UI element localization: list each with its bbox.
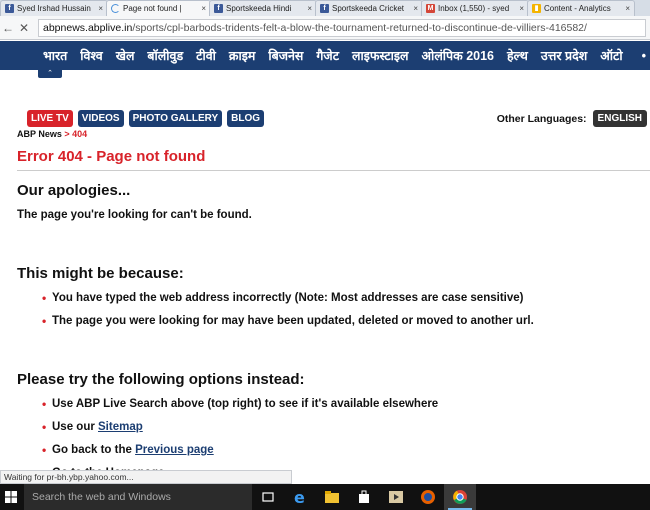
facebook-icon: f — [5, 4, 14, 13]
nav-more-icon[interactable]: • — [642, 49, 646, 63]
windows-start-icon[interactable] — [0, 484, 22, 510]
other-languages-label: Other Languages: — [496, 112, 587, 125]
url-host: abpnews.abplive.in — [43, 21, 133, 34]
breadcrumb: ABP News > 404 — [17, 129, 87, 139]
browser-tab[interactable]: Page not found | × — [106, 0, 211, 16]
because-heading: This might be because: — [17, 265, 184, 282]
status-bar: Waiting for pr-bh.ybp.yahoo.com... — [0, 470, 292, 484]
live-tv-button[interactable]: LIVE TV — [27, 110, 73, 127]
tab-label: Sportskeeda Cricket — [332, 3, 405, 13]
close-icon[interactable]: × — [98, 2, 103, 16]
nav-item[interactable]: खेल — [116, 47, 135, 64]
nav-item[interactable]: उत्तर प्रदेश — [541, 47, 587, 64]
nav-item[interactable]: हेल्थ — [507, 47, 528, 64]
photo-gallery-button[interactable]: PHOTO GALLERY — [128, 110, 223, 127]
options-heading: Please try the following options instead… — [17, 371, 305, 388]
nav-item[interactable]: ऑटो — [600, 47, 622, 64]
breadcrumb-sep: > — [61, 129, 73, 139]
tab-label: Syed Irshad Hussain — [17, 3, 91, 13]
section-buttons: LIVE TV VIDEOS PHOTO GALLERY BLOG — [27, 110, 265, 127]
nav-item[interactable]: गैजेट — [316, 47, 339, 64]
store-icon[interactable] — [348, 484, 380, 510]
nav-item[interactable]: बिजनेस — [268, 47, 303, 64]
blog-button[interactable]: BLOG — [227, 110, 265, 127]
back-icon[interactable]: ← — [0, 21, 16, 35]
tab-label: Inbox (1,550) - syed — [438, 3, 510, 13]
list-item: Go back to the Previous page — [42, 443, 438, 467]
svg-text:e: e — [294, 489, 305, 505]
nav-item[interactable]: क्राइम — [229, 47, 255, 64]
list-item: Use our Sitemap — [42, 420, 438, 444]
apologies-heading: Our apologies... — [17, 182, 131, 199]
browser-tab[interactable]: f Sportskeeda Cricket × — [315, 0, 423, 16]
edge-icon[interactable]: e — [284, 484, 316, 510]
breadcrumb-current: 404 — [72, 129, 88, 139]
chrome-icon[interactable] — [444, 484, 476, 510]
stop-icon[interactable]: ✕ — [16, 21, 32, 35]
address-bar-row: ← ✕ abpnews.abplive.in/sports/cpl-barbod… — [0, 16, 650, 40]
language-switcher: Other Languages: ENGLISH — [497, 110, 647, 127]
list-item: You have typed the web address incorrect… — [42, 291, 534, 315]
previous-page-link[interactable]: Previous page — [135, 444, 214, 456]
gmail-icon: M — [426, 4, 435, 13]
close-icon[interactable]: × — [413, 2, 418, 16]
nav-item[interactable]: भारत — [43, 47, 67, 64]
not-found-message: The page you're looking for can't be fou… — [17, 209, 252, 221]
nav-item[interactable]: विश्व — [80, 47, 102, 64]
list-item: The page you were looking for may have b… — [42, 314, 534, 338]
divider — [17, 170, 650, 171]
close-icon[interactable]: × — [519, 2, 524, 16]
browser-tab[interactable]: f Syed Irshad Hussain × — [0, 0, 108, 16]
taskbar: Search the web and Windows e — [0, 484, 650, 510]
taskbar-search-input[interactable]: Search the web and Windows — [24, 484, 252, 510]
browser-tab[interactable]: M Inbox (1,550) - syed × — [421, 0, 529, 16]
analytics-icon: ▮ — [532, 4, 541, 13]
close-icon[interactable]: × — [307, 2, 312, 16]
facebook-icon: f — [320, 4, 329, 13]
loading-spinner-icon — [111, 4, 120, 13]
nav-item[interactable]: लाइफस्टाइल — [352, 47, 409, 64]
list-item: Use ABP Live Search above (top right) to… — [42, 397, 438, 421]
nav-item[interactable]: टीवी — [196, 47, 216, 64]
nav-dropdown-tab[interactable]: ⌃ — [38, 70, 62, 78]
url-input[interactable]: abpnews.abplive.in/sports/cpl-barbods-tr… — [38, 18, 646, 37]
videos-button[interactable]: VIDEOS — [77, 110, 124, 127]
close-icon[interactable]: × — [201, 2, 206, 16]
site-nav: भारत विश्व खेल बॉलीवुड टीवी क्राइम बिजनेस गैजेट… — [0, 41, 650, 70]
url-path: /sports/cpl-barbods-tridents-felt-a-blow… — [132, 21, 587, 34]
firefox-icon[interactable] — [412, 484, 444, 510]
tab-strip: f Syed Irshad Hussain × Page not found | × f S… — [0, 0, 650, 16]
media-player-icon[interactable] — [380, 484, 412, 510]
file-explorer-icon[interactable] — [316, 484, 348, 510]
tab-label: Page not found | — [123, 3, 182, 13]
browser-tab[interactable]: ▮ Content - Analytics × — [527, 0, 635, 16]
nav-item[interactable]: बॉलीवुड — [147, 47, 183, 64]
reasons-list: You have typed the web address incorrect… — [42, 291, 534, 338]
option-text: Go back to the — [52, 444, 136, 456]
english-button[interactable]: ENGLISH — [592, 110, 647, 127]
nav-item[interactable]: ओलंपिक 2016 — [422, 47, 494, 64]
tab-label: Content - Analytics — [544, 3, 611, 13]
browser-tab[interactable]: f Sportskeeda Hindi × — [209, 0, 317, 16]
close-icon[interactable]: × — [625, 2, 630, 16]
tab-label: Sportskeeda Hindi — [226, 3, 292, 13]
breadcrumb-home[interactable]: ABP News — [17, 129, 62, 139]
facebook-icon: f — [214, 4, 223, 13]
task-view-icon[interactable] — [252, 484, 284, 510]
option-text: Use our — [52, 421, 99, 433]
page-title: Error 404 - Page not found — [17, 148, 206, 165]
sitemap-link[interactable]: Sitemap — [98, 421, 143, 433]
